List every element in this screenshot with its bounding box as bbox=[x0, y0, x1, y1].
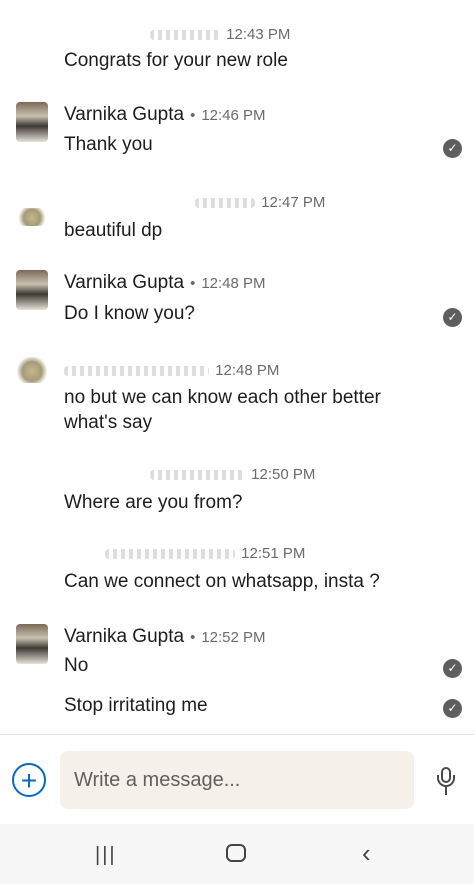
message-time: 12:48 PM bbox=[215, 362, 280, 379]
separator-dot: • bbox=[190, 275, 196, 292]
back-icon[interactable]: ‹ bbox=[362, 838, 371, 869]
message-time: 12:50 PM bbox=[251, 466, 316, 483]
message-time: 12:47 PM bbox=[261, 194, 326, 211]
message-text[interactable]: No bbox=[64, 653, 88, 678]
message-text[interactable]: Do I know you? bbox=[64, 301, 195, 326]
read-check-icon: ✓ bbox=[443, 139, 462, 158]
avatar[interactable] bbox=[16, 357, 48, 383]
message-text[interactable]: Congrats for your new role bbox=[64, 48, 288, 73]
read-check-icon: ✓ bbox=[443, 659, 462, 678]
message-header: Varnika Gupta • 12:46 PM bbox=[64, 104, 266, 126]
message-text[interactable]: what's say bbox=[64, 410, 152, 435]
read-check-icon: ✓ bbox=[443, 308, 462, 327]
home-icon[interactable] bbox=[226, 844, 246, 862]
message-composer: + Write a message... bbox=[0, 734, 474, 825]
message-header: 12:43 PM bbox=[150, 26, 290, 43]
message-input[interactable]: Write a message... bbox=[60, 751, 414, 809]
message-header: 12:51 PM bbox=[105, 545, 305, 562]
avatar[interactable] bbox=[16, 208, 48, 226]
recents-icon[interactable]: ||| bbox=[95, 844, 117, 867]
message-time: 12:46 PM bbox=[201, 107, 266, 124]
message-text[interactable]: Where are you from? bbox=[64, 490, 242, 515]
message-header: Varnika Gupta • 12:48 PM bbox=[64, 272, 266, 294]
message-header: 12:47 PM bbox=[195, 194, 325, 211]
message-text[interactable]: no but we can know each other better bbox=[64, 385, 381, 410]
message-header: 12:50 PM bbox=[150, 466, 315, 483]
message-text[interactable]: Can we connect on whatsapp, insta ? bbox=[64, 569, 380, 594]
sender-name-blurred bbox=[105, 549, 235, 560]
sender-name-blurred bbox=[150, 470, 245, 481]
sender-name-blurred bbox=[150, 30, 220, 41]
message-text[interactable]: beautiful dp bbox=[64, 218, 162, 243]
plus-icon[interactable]: + bbox=[12, 763, 46, 797]
separator-dot: • bbox=[190, 629, 196, 646]
avatar[interactable] bbox=[16, 102, 48, 142]
sender-name[interactable]: Varnika Gupta bbox=[64, 272, 184, 293]
message-text[interactable]: Stop irritating me bbox=[64, 693, 208, 718]
sender-name[interactable]: Varnika Gupta bbox=[64, 104, 184, 125]
message-text[interactable]: Thank you bbox=[64, 132, 153, 157]
sender-name-blurred bbox=[64, 366, 209, 377]
sender-name[interactable]: Varnika Gupta bbox=[64, 626, 184, 647]
system-nav-bar: ||| ‹ bbox=[0, 824, 474, 884]
message-time: 12:51 PM bbox=[241, 545, 306, 562]
message-header: 12:48 PM bbox=[64, 362, 279, 379]
sender-name-blurred bbox=[195, 198, 255, 209]
microphone-icon[interactable] bbox=[436, 767, 456, 797]
message-time: 12:43 PM bbox=[226, 26, 291, 43]
read-check-icon: ✓ bbox=[443, 699, 462, 718]
message-header: Varnika Gupta • 12:52 PM bbox=[64, 626, 266, 648]
avatar[interactable] bbox=[16, 624, 48, 664]
message-time: 12:52 PM bbox=[201, 629, 266, 646]
separator-dot: • bbox=[190, 107, 196, 124]
avatar[interactable] bbox=[16, 270, 48, 310]
message-time: 12:48 PM bbox=[201, 275, 266, 292]
